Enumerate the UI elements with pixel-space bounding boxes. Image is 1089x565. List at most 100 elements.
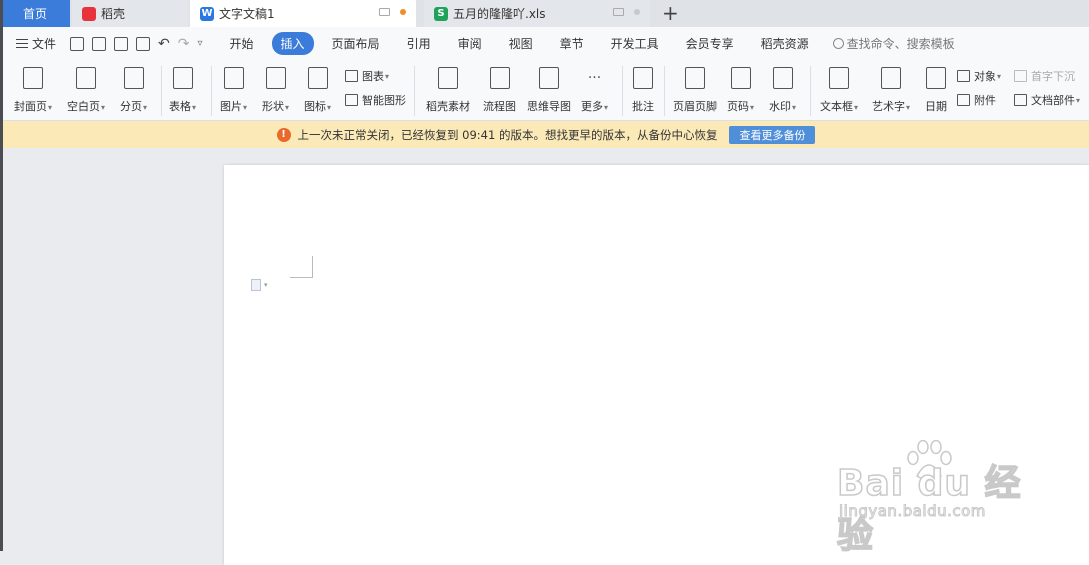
- tab-view[interactable]: 视图: [500, 32, 542, 55]
- docparts-button[interactable]: 文档部件 ▾: [1014, 92, 1080, 108]
- smartart-button[interactable]: 智能图形: [345, 92, 406, 108]
- mindmap-icon: [539, 67, 559, 89]
- wordart-button[interactable]: 艺术字▾: [872, 64, 910, 114]
- textbox-label: 文本框: [820, 100, 853, 113]
- recovery-notice-text: 上一次未正常关闭，已经恢复到 09:41 的版本。想找更早的版本，从备份中心恢复: [297, 127, 718, 142]
- tab-daoke-resources[interactable]: 稻壳资源: [752, 32, 818, 55]
- dropcap-icon: [1014, 70, 1027, 82]
- customize-toolbar-icon[interactable]: ▿: [197, 38, 202, 49]
- textbox-button[interactable]: 文本框▾: [820, 64, 858, 114]
- docparts-icon: [1014, 94, 1027, 106]
- paragraph-layout-button[interactable]: ▾: [251, 279, 268, 291]
- tab-sections[interactable]: 章节: [551, 32, 593, 55]
- view-backups-button[interactable]: 查看更多备份: [729, 125, 816, 144]
- tab-start[interactable]: 开始: [221, 32, 263, 55]
- daoke-material-label: 稻壳素材: [426, 100, 470, 113]
- quick-access-toolbar: ↶ ↷ ▿: [70, 36, 203, 51]
- menu-tabs: 开始 插入 页面布局 引用 审阅 视图 章节 开发工具 会员专享 稻壳资源: [221, 32, 827, 55]
- save-icon[interactable]: [70, 36, 85, 51]
- comment-button[interactable]: 批注: [632, 64, 654, 114]
- header-footer-button[interactable]: 页眉页脚: [673, 64, 717, 114]
- header-footer-icon: [685, 67, 705, 89]
- ribbon-divider: [810, 66, 811, 116]
- dropcap-button[interactable]: 首字下沉: [1014, 68, 1075, 84]
- page-break-label: 分页: [120, 100, 142, 113]
- icon-library-button[interactable]: 图标▾: [304, 64, 331, 114]
- tab-insert[interactable]: 插入: [271, 32, 314, 55]
- tab-home[interactable]: 首页: [0, 0, 70, 27]
- tab-daoke[interactable]: 稻壳: [72, 0, 188, 27]
- calendar-icon: [926, 67, 946, 89]
- watermark-button[interactable]: 水印▾: [769, 64, 796, 114]
- margin-corner-mark: [290, 256, 313, 278]
- chevron-down-icon: ▾: [750, 103, 755, 112]
- shape-button[interactable]: 形状▾: [262, 64, 289, 114]
- chevron-down-icon: ▾: [854, 103, 859, 112]
- shape-icon: [265, 67, 286, 89]
- wordart-icon: [881, 67, 901, 89]
- object-button[interactable]: 对象 ▾: [957, 68, 1001, 84]
- more-dots-icon: ···: [587, 70, 602, 86]
- file-menu[interactable]: 文件: [16, 35, 56, 52]
- insert-ribbon: 封面页▾ 空白页▾ 分页▾ 表格▾ 图片▾ 形状▾ 图标▾ 图表 ▾ 智能图形 稻…: [0, 60, 1089, 121]
- recovery-notice: ! 上一次未正常关闭，已经恢复到 09:41 的版本。想找更早的版本，从备份中心…: [3, 121, 1089, 148]
- page-number-button[interactable]: 页码▾: [727, 64, 754, 114]
- mindmap-button[interactable]: 思维导图: [527, 64, 571, 114]
- tab-document-label: 文字文稿1: [219, 7, 275, 21]
- page-break-button[interactable]: 分页▾: [120, 64, 147, 114]
- chart-button[interactable]: 图表 ▾: [345, 68, 389, 84]
- more-button[interactable]: ··· 更多▾: [581, 64, 608, 114]
- flowchart-button[interactable]: 流程图: [483, 64, 516, 114]
- blank-page-button[interactable]: 空白页▾: [67, 64, 105, 114]
- ribbon-divider: [211, 66, 212, 116]
- wordart-label: 艺术字: [872, 100, 905, 113]
- table-label: 表格: [169, 100, 191, 113]
- tab-document[interactable]: W 文字文稿1: [190, 0, 416, 27]
- screen-icon[interactable]: [379, 8, 390, 16]
- chevron-down-icon: ▾: [243, 103, 248, 112]
- tab-member[interactable]: 会员专享: [677, 32, 743, 55]
- undo-icon[interactable]: ↶: [158, 37, 170, 51]
- unsaved-dot-icon[interactable]: [400, 9, 406, 15]
- tab-page-layout[interactable]: 页面布局: [323, 32, 389, 55]
- watermark-url: jingyan.baidu.com: [839, 502, 986, 521]
- chevron-down-icon: ▾: [792, 103, 797, 112]
- file-menu-label: 文件: [32, 37, 57, 51]
- paperclip-icon: [957, 94, 970, 106]
- date-label: 日期: [925, 100, 947, 113]
- print-icon[interactable]: [114, 36, 129, 51]
- tab-home-label: 首页: [22, 7, 47, 21]
- export-icon[interactable]: [92, 36, 107, 51]
- command-search-label: 查找命令、搜索模板: [846, 37, 955, 51]
- cover-page-icon: [23, 67, 43, 89]
- tab-spreadsheet[interactable]: S 五月的隆隆吖.xls: [424, 0, 650, 27]
- picture-button[interactable]: 图片▾: [220, 64, 247, 114]
- chevron-down-icon: ▾: [1076, 95, 1081, 105]
- close-dot-icon[interactable]: [634, 9, 640, 15]
- redo-icon[interactable]: ↷: [178, 37, 190, 51]
- textbox-icon: [829, 67, 849, 89]
- page-number-icon: [730, 67, 751, 89]
- new-tab-button[interactable]: +: [662, 2, 679, 24]
- screen-icon[interactable]: [613, 8, 624, 16]
- picture-icon: [223, 67, 244, 89]
- tab-review[interactable]: 审阅: [449, 32, 491, 55]
- tab-spreadsheet-label: 五月的隆隆吖.xls: [453, 7, 546, 21]
- tab-references[interactable]: 引用: [398, 32, 440, 55]
- spreadsheet-icon: S: [434, 6, 448, 21]
- shape-label: 形状: [262, 100, 284, 113]
- print-preview-icon[interactable]: [136, 36, 151, 51]
- table-icon: [172, 67, 193, 89]
- left-window-edge: [0, 0, 3, 551]
- command-search[interactable]: 查找命令、搜索模板: [832, 35, 955, 52]
- paragraph-icon: [251, 279, 261, 291]
- daoke-material-button[interactable]: 稻壳素材: [426, 64, 470, 114]
- tab-developer[interactable]: 开发工具: [602, 32, 668, 55]
- attachment-button[interactable]: 附件: [957, 92, 996, 108]
- table-button[interactable]: 表格▾: [169, 64, 196, 114]
- ribbon-divider: [414, 66, 415, 116]
- cover-page-button[interactable]: 封面页▾: [14, 64, 52, 114]
- date-button[interactable]: 日期: [925, 64, 947, 114]
- more-label: 更多: [581, 100, 603, 113]
- chevron-down-icon: ▾: [604, 103, 609, 112]
